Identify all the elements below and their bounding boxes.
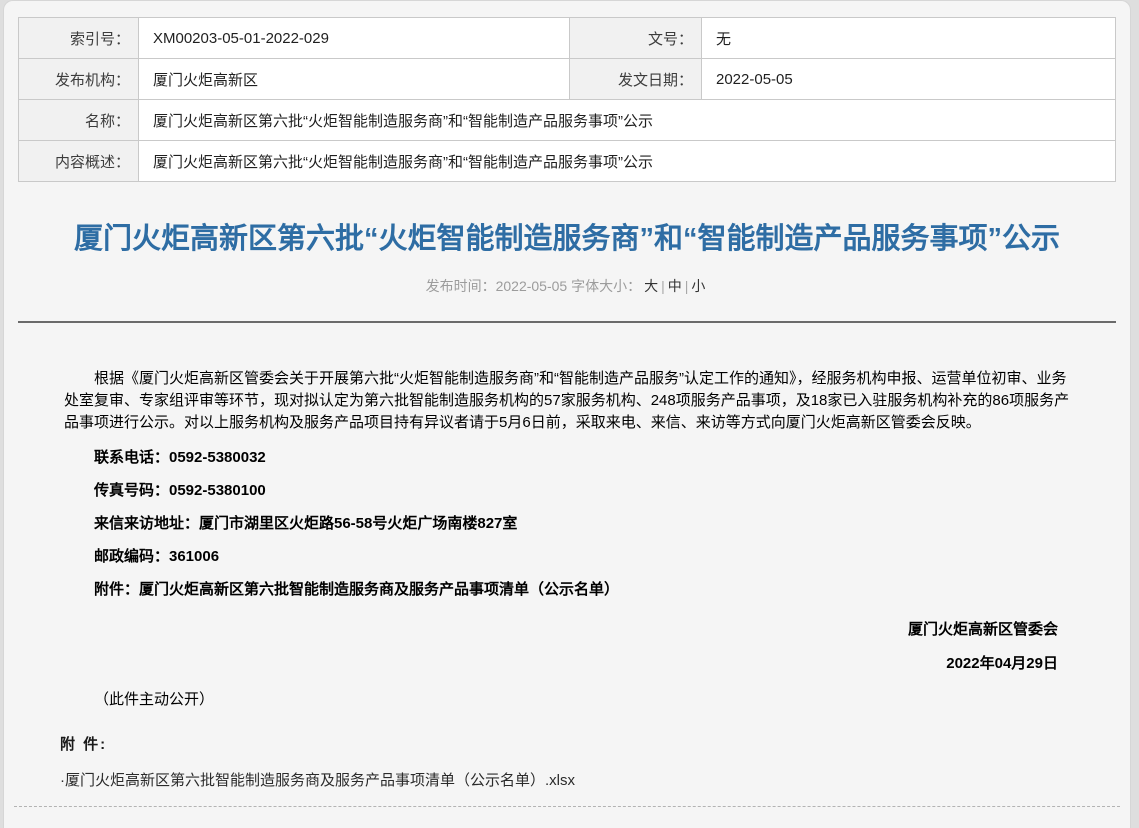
doc-name-value: 厦门火炬高新区第六批“火炬智能制造服务商”和“智能制造产品服务事项”公示 bbox=[139, 100, 1116, 141]
disclosure-note: （此件主动公开） bbox=[64, 691, 1070, 709]
doc-number-label: 文号： bbox=[570, 18, 702, 59]
sign-date: 2022年04月29日 bbox=[64, 655, 1058, 673]
contact-address: 来信来访地址：厦门市湖里区火炬路56-58号火炬广场南楼827室 bbox=[64, 515, 1070, 533]
contact-fax: 传真号码：0592-5380100 bbox=[64, 482, 1070, 500]
contact-phone: 联系电话：0592-5380032 bbox=[64, 449, 1070, 467]
font-size-medium-button[interactable]: 中 bbox=[668, 278, 682, 294]
issue-date-value: 2022-05-05 bbox=[702, 59, 1116, 100]
attachments-section: 附 件: ·厦门火炬高新区第六批智能制造服务商及服务产品事项清单（公示名单）.x… bbox=[60, 733, 1074, 790]
index-number-label: 索引号： bbox=[19, 18, 139, 59]
attachment-note: 附件：厦门火炬高新区第六批智能制造服务商及服务产品事项清单（公示名单） bbox=[64, 581, 1070, 599]
font-size-separator: | bbox=[661, 278, 665, 294]
agency-label: 发布机构： bbox=[19, 59, 139, 100]
doc-number-value: 无 bbox=[702, 18, 1116, 59]
doc-name-label: 名称： bbox=[19, 100, 139, 141]
attachments-heading: 附 件: bbox=[60, 733, 1074, 754]
agency-value: 厦门火炬高新区 bbox=[139, 59, 570, 100]
page-title: 厦门火炬高新区第六批“火炬智能制造服务商”和“智能制造产品服务事项”公示 bbox=[32, 218, 1102, 260]
issue-date-label: 发文日期： bbox=[570, 59, 702, 100]
publish-info-line: 发布时间：2022-05-05 字体大小：大|中|小 bbox=[32, 276, 1102, 296]
article-body: 根据《厦门火炬高新区管委会关于开展第六批“火炬智能制造服务商”和“智能制造产品服… bbox=[4, 323, 1130, 709]
document-meta-table: 索引号： XM00203-05-01-2022-029 文号： 无 发布机构： … bbox=[18, 17, 1116, 182]
font-size-large-button[interactable]: 大 bbox=[644, 278, 658, 294]
font-size-separator: | bbox=[685, 278, 689, 294]
issuing-authority: 厦门火炬高新区管委会 bbox=[64, 621, 1058, 639]
summary-label: 内容概述： bbox=[19, 141, 139, 182]
attachment-xlsx-link[interactable]: ·厦门火炬高新区第六批智能制造服务商及服务产品事项清单（公示名单）.xlsx bbox=[60, 769, 575, 790]
summary-value: 厦门火炬高新区第六批“火炬智能制造服务商”和“智能制造产品服务事项”公示 bbox=[139, 141, 1116, 182]
announcement-paragraph: 根据《厦门火炬高新区管委会关于开展第六批“火炬智能制造服务商”和“智能制造产品服… bbox=[64, 368, 1070, 434]
page-card: 索引号： XM00203-05-01-2022-029 文号： 无 发布机构： … bbox=[3, 0, 1131, 828]
index-number-value: XM00203-05-01-2022-029 bbox=[139, 18, 570, 59]
bottom-dashed-divider bbox=[14, 806, 1120, 807]
publish-time-text: 发布时间：2022-05-05 字体大小： bbox=[426, 278, 642, 294]
font-size-small-button[interactable]: 小 bbox=[691, 278, 705, 294]
contact-postcode: 邮政编码：361006 bbox=[64, 548, 1070, 566]
